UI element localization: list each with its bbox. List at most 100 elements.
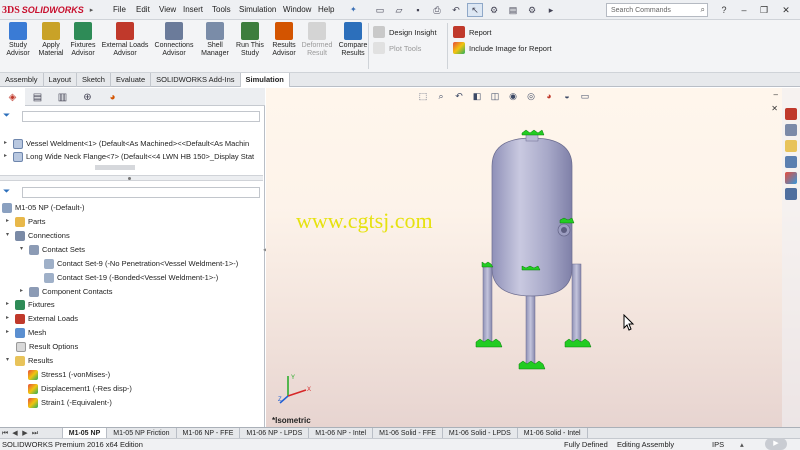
study-tab[interactable]: M1-05 NP Friction	[107, 428, 177, 438]
tab-model[interactable]	[40, 428, 63, 438]
appearances-icon[interactable]	[785, 172, 797, 184]
compare-results-button[interactable]: Compare Results	[335, 22, 371, 72]
expand-icon[interactable]: ▸	[6, 215, 12, 228]
shell-manager-button[interactable]: Shell Manager	[197, 22, 233, 72]
expand-icon[interactable]: ▸	[4, 137, 10, 150]
expand-icon[interactable]: ▸	[6, 298, 12, 311]
external-loads-advisor-button[interactable]: External Loads Advisor	[99, 22, 151, 72]
collapse-icon[interactable]: ▾	[20, 243, 26, 256]
tree-item-neck-flange[interactable]: ▸ Long Wide Neck Flange<7> (Default<<4 L…	[4, 150, 254, 163]
study-tab[interactable]: M1-05 NP	[62, 428, 108, 438]
run-study-button[interactable]: Run This Study	[232, 22, 268, 72]
tree-item-results[interactable]: ▾ Results	[6, 354, 53, 367]
pressure-vessel-model[interactable]	[456, 128, 606, 388]
rebuild-icon[interactable]: ⚙	[486, 3, 502, 17]
menu-window[interactable]: Window	[283, 5, 311, 14]
viewport-minimize-icon[interactable]: –	[774, 90, 778, 99]
study-tab[interactable]: M1-06 NP - FFE	[177, 428, 241, 438]
menu-file[interactable]: File	[113, 5, 126, 14]
view-orientation-icon[interactable]: ◫	[488, 89, 502, 103]
menu-tools[interactable]: Tools	[212, 5, 231, 14]
horizontal-scrollbar[interactable]	[95, 165, 135, 170]
tab-addins[interactable]: SOLIDWORKS Add-Ins	[151, 73, 241, 87]
last-tab-icon[interactable]: ⏭	[30, 428, 40, 438]
design-insight-button[interactable]: Design Insight	[373, 26, 437, 38]
custom-properties-icon[interactable]	[785, 188, 797, 200]
tab-assembly[interactable]: Assembly	[0, 73, 44, 87]
view-palette-icon[interactable]	[785, 156, 797, 168]
include-image-button[interactable]: Include Image for Report	[453, 42, 552, 54]
collapse-icon[interactable]: ▾	[6, 354, 12, 367]
appearance-icon[interactable]: ◕	[542, 89, 556, 103]
menu-edit[interactable]: Edit	[136, 5, 150, 14]
resources-icon[interactable]	[785, 108, 797, 120]
close-icon[interactable]: ✕	[778, 3, 794, 17]
design-library-icon[interactable]	[785, 124, 797, 136]
search-commands-input[interactable]: Search Commands ⌕	[606, 3, 708, 17]
tab-evaluate[interactable]: Evaluate	[111, 73, 152, 87]
new-icon[interactable]: ▭	[372, 3, 388, 17]
menu-help[interactable]: Help	[318, 5, 334, 14]
hide-show-icon[interactable]: ◎	[524, 89, 538, 103]
undo-icon[interactable]: ↶	[448, 3, 464, 17]
tree-item-fixtures[interactable]: ▸ Fixtures	[6, 298, 55, 311]
tab-layout[interactable]: Layout	[44, 73, 78, 87]
tree-item-displacement[interactable]: Displacement1 (-Res disp-)	[28, 382, 132, 395]
expand-icon[interactable]: ▸	[6, 312, 12, 325]
prev-tab-icon[interactable]: ◀	[10, 428, 20, 438]
previous-view-icon[interactable]: ↶	[452, 89, 466, 103]
print-icon[interactable]: ⎙	[429, 3, 445, 17]
filter-icon[interactable]: ⏷	[3, 110, 10, 121]
configuration-manager-tab[interactable]: ▥	[50, 88, 75, 106]
more-icon[interactable]: ▸	[543, 3, 559, 17]
tree-item-parts[interactable]: ▸ Parts	[6, 215, 46, 228]
tree-item-contact-set-19[interactable]: Contact Set-19 (-Bonded<Vessel Weldment-…	[44, 271, 218, 284]
help-icon[interactable]: ?	[716, 3, 732, 17]
menu-insert[interactable]: Insert	[183, 5, 203, 14]
minimize-icon[interactable]: –	[736, 3, 752, 17]
tree-item-contact-set-9[interactable]: Contact Set-9 (-No Penetration<Vessel We…	[44, 257, 238, 270]
file-explorer-icon[interactable]	[785, 140, 797, 152]
display-manager-tab[interactable]: ◕	[100, 88, 125, 106]
menu-simulation[interactable]: Simulation	[239, 5, 276, 14]
pin-icon[interactable]: ✦	[350, 5, 357, 14]
scene-icon[interactable]: ◒	[560, 89, 574, 103]
tab-simulation[interactable]: Simulation	[240, 73, 290, 87]
tree-item-external-loads[interactable]: ▸ External Loads	[6, 312, 78, 325]
tree-item-mesh[interactable]: ▸ Mesh	[6, 326, 46, 339]
tree-item-contact-sets[interactable]: ▾ Contact Sets	[20, 243, 85, 256]
search-icon[interactable]: ⌕	[701, 5, 705, 15]
expand-icon[interactable]: ▸	[6, 326, 12, 339]
plot-tools-button[interactable]: Plot Tools	[373, 42, 421, 54]
display-style-icon[interactable]: ◉	[506, 89, 520, 103]
feature-manager-tab[interactable]: ◈	[0, 88, 25, 106]
solidworks-logo[interactable]: 3DS SOLIDWORKS ▸	[2, 3, 93, 17]
dimxpert-tab[interactable]: ⊕	[75, 88, 100, 106]
connections-advisor-button[interactable]: Connections Advisor	[151, 22, 197, 72]
filter-input[interactable]	[22, 111, 260, 122]
play-icon[interactable]: ▶	[765, 438, 787, 450]
tree-item-component-contacts[interactable]: ▸ Component Contacts	[20, 285, 112, 298]
expand-icon[interactable]: ▸	[20, 285, 26, 298]
save-icon[interactable]: ▪	[410, 3, 426, 17]
study-tab[interactable]: M1-06 Solid - Intel	[518, 428, 588, 438]
property-manager-tab[interactable]: ▤	[25, 88, 50, 106]
expand-icon[interactable]: ▸	[4, 150, 10, 163]
panel-splitter[interactable]	[0, 175, 263, 181]
study-tab[interactable]: M1-06 Solid - LPDS	[443, 428, 518, 438]
first-tab-icon[interactable]: ⏮	[0, 428, 10, 438]
collapse-icon[interactable]: ▾	[6, 229, 12, 242]
fixtures-advisor-button[interactable]: Fixtures Advisor	[66, 22, 100, 72]
study-tab[interactable]: M1-06 Solid - FFE	[373, 428, 443, 438]
study-tab[interactable]: M1-06 NP - Intel	[309, 428, 374, 438]
deformed-result-button[interactable]: Deformed Result	[299, 22, 335, 72]
study-tab[interactable]: M1-06 NP - LPDS	[240, 428, 310, 438]
filter-input[interactable]	[22, 187, 260, 198]
options-icon[interactable]: ⚙	[524, 3, 540, 17]
view-settings-icon[interactable]: ▭	[578, 89, 592, 103]
tree-item-result-options[interactable]: Result Options	[16, 340, 78, 353]
tree-item-vessel-weldment[interactable]: ▸ Vessel Weldment<1> (Default<As Machine…	[4, 137, 249, 150]
menu-view[interactable]: View	[159, 5, 176, 14]
tree-item-stress[interactable]: Stress1 (-vonMises-)	[28, 368, 110, 381]
zoom-area-icon[interactable]: ⌕	[434, 89, 448, 103]
